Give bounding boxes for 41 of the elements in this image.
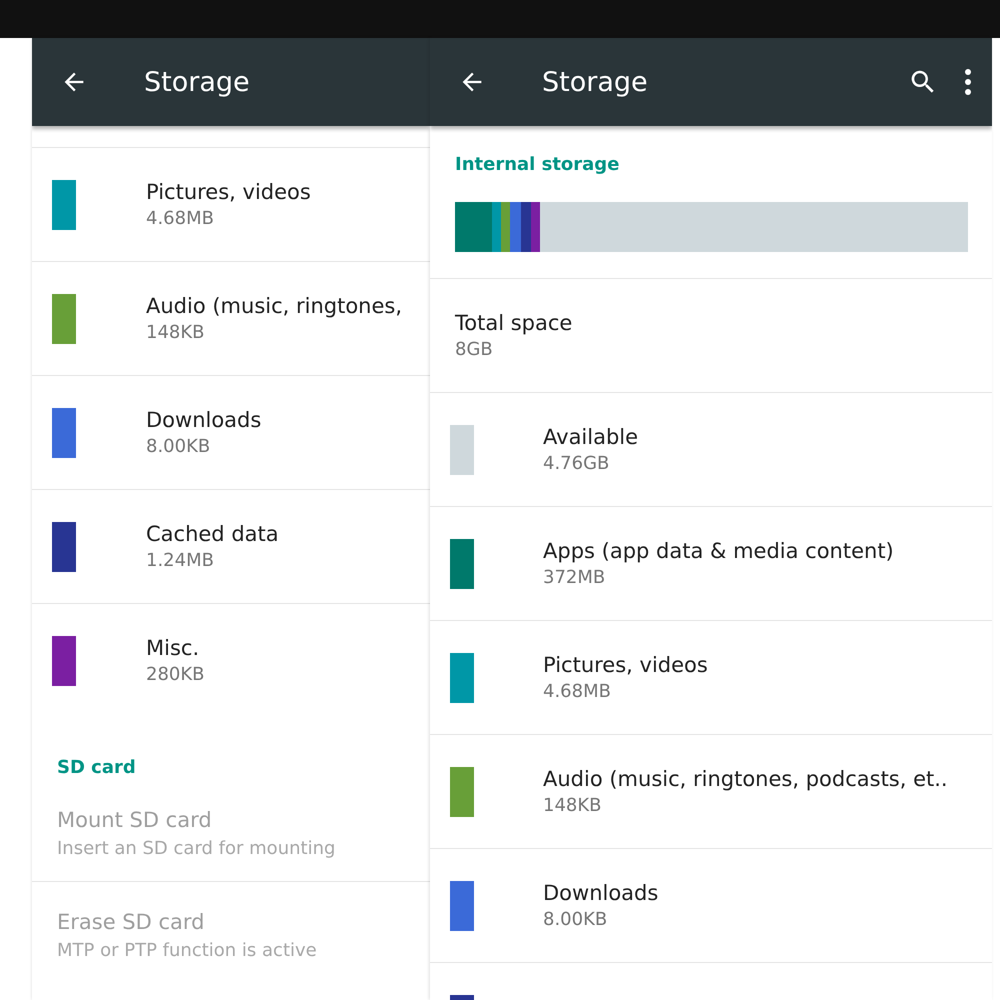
item-size: 4.68MB: [543, 681, 612, 702]
item-title: Downloads: [543, 881, 658, 905]
option-title: Erase SD card: [57, 910, 206, 934]
storage-item[interactable]: Downloads 8.00KB: [32, 375, 430, 489]
storage-item[interactable]: Cached data 1.24MB: [32, 489, 430, 603]
storage-item[interactable]: Misc. 280KB: [32, 603, 430, 717]
storage-item[interactable]: Available 4.76GB: [430, 392, 992, 506]
item-size: 8.00KB: [543, 909, 608, 930]
storage-item[interactable]: Downloads 8.00KB: [430, 848, 992, 962]
option-title: Mount SD card: [57, 808, 213, 832]
item-title: Audio (music, ringtones,: [146, 294, 402, 318]
item-size: 4.76GB: [543, 453, 610, 474]
item-size: 148KB: [146, 322, 206, 343]
item-size: 8.00KB: [146, 436, 212, 457]
item-title: Misc.: [146, 636, 200, 660]
storage-item[interactable]: Pictures, videos 4.68MB: [430, 620, 992, 734]
item-title: Available: [543, 425, 638, 449]
total-value: 8GB: [455, 339, 494, 360]
storage-item[interactable]: Audio (music, ringtones, 148KB: [32, 261, 430, 375]
item-size: 372MB: [543, 567, 606, 588]
item-title: Cached data: [146, 522, 279, 546]
option-summary: Insert an SD card for mounting: [57, 838, 336, 859]
storage-item[interactable]: Pictures, videos 4.68MB: [32, 147, 430, 261]
item-size: 280KB: [146, 664, 205, 685]
more-vertical-icon: [964, 68, 972, 96]
toolbar-title: Storage: [542, 66, 648, 98]
item-size: 4.68MB: [146, 208, 215, 229]
option-summary: MTP or PTP function is active: [57, 940, 318, 961]
section-header: SD card: [56, 756, 137, 778]
total-label: Total space: [455, 311, 572, 335]
item-size: 148KB: [543, 795, 603, 816]
storage-item[interactable]: Audio (music, ringtones, podcasts, et.. 148KB: [430, 734, 992, 848]
section-header: Internal storage: [454, 153, 620, 175]
item-size: 1.24MB: [146, 550, 215, 571]
storage-item[interactable]: Apps (app data & media content) 372MB: [430, 506, 992, 620]
item-title: Downloads: [146, 408, 262, 432]
item-title: Apps (app data & media content): [543, 539, 894, 563]
toolbar-title: Storage: [144, 66, 250, 98]
item-title: Audio (music, ringtones, podcasts, et..: [543, 767, 948, 791]
item-title: Pictures, videos: [146, 180, 311, 204]
item-title: Pictures, videos: [543, 653, 708, 677]
